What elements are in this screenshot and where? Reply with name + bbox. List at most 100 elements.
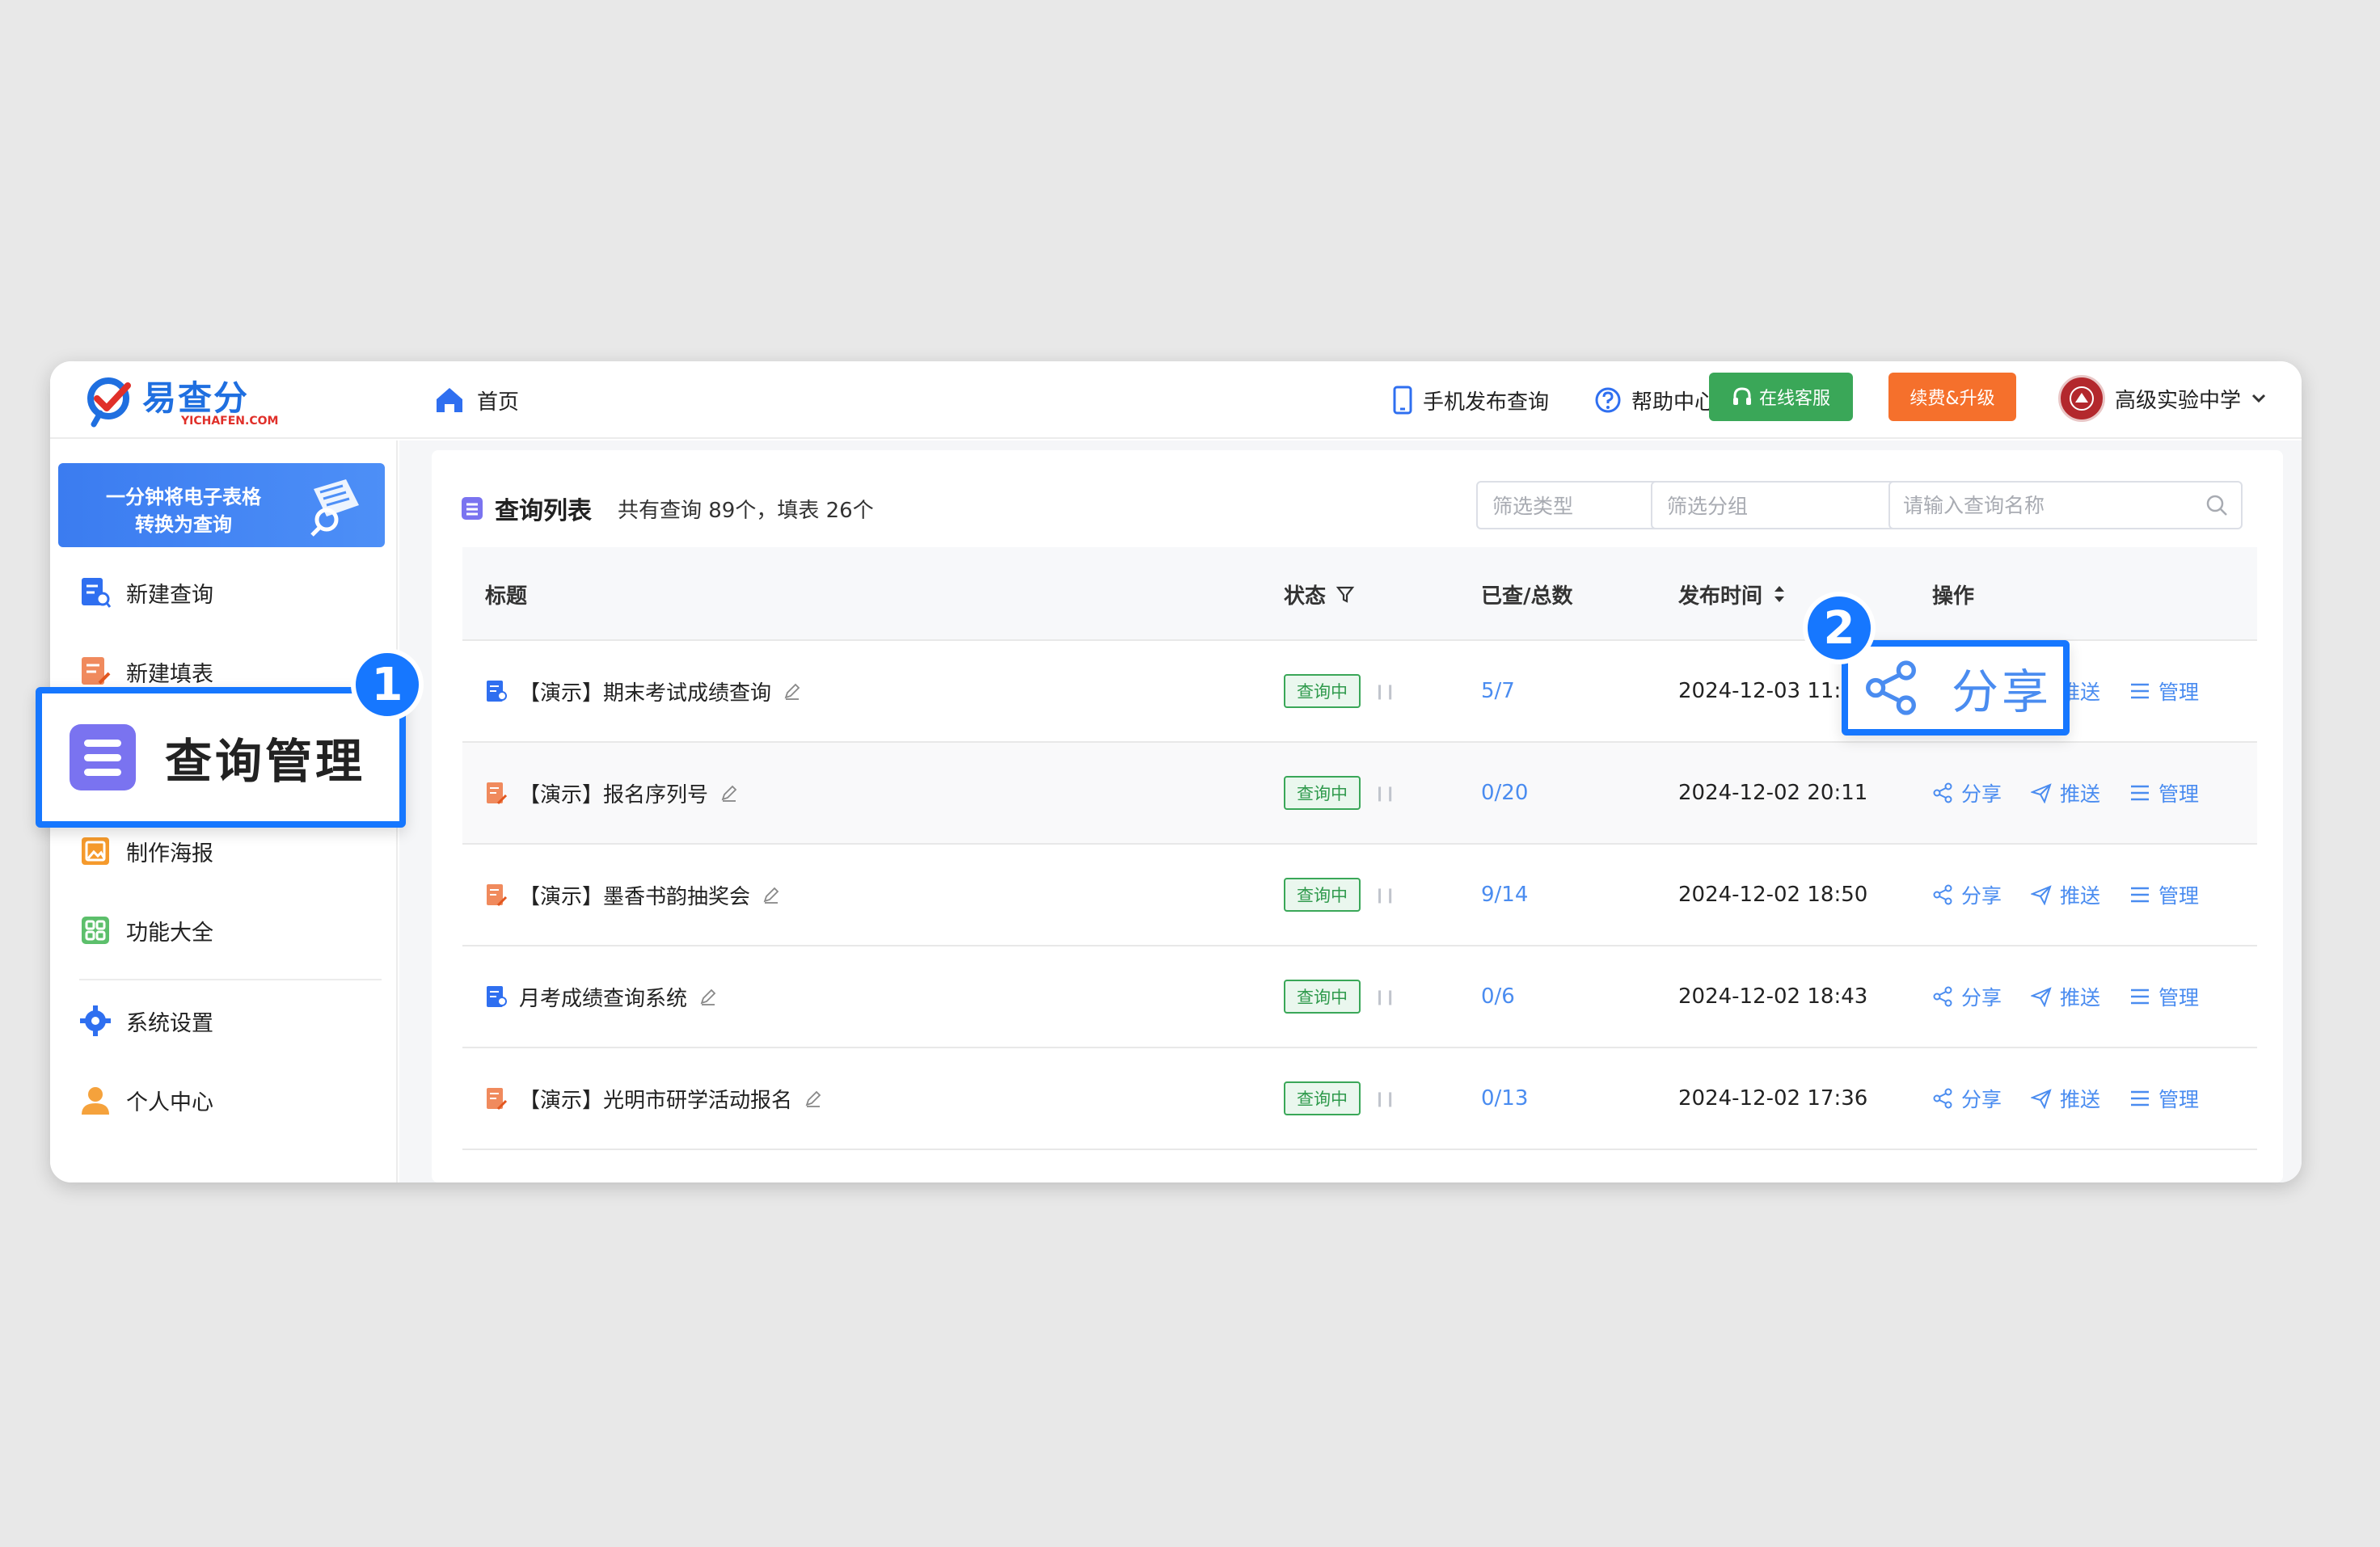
- row-title[interactable]: 【演示】光明市研学活动报名: [519, 1084, 792, 1114]
- school-name: 高级实验中学: [2115, 388, 2242, 413]
- pause-icon[interactable]: ❙❙: [1374, 683, 1396, 700]
- search-icon[interactable]: [2205, 494, 2228, 516]
- col-time[interactable]: 发布时间: [1678, 547, 1787, 641]
- callout-query-manage-label: 查询管理: [165, 734, 366, 789]
- sidebar-item-user-center[interactable]: 个人中心: [79, 1076, 213, 1124]
- share-icon: [1933, 782, 1952, 803]
- manage-label: 管理: [2158, 681, 2200, 704]
- pause-icon[interactable]: ❙❙: [1374, 988, 1396, 1005]
- step-badge-1: 1: [351, 648, 424, 721]
- push-button[interactable]: 推送: [2031, 778, 2100, 807]
- filter-group-placeholder: 筛选分组: [1667, 495, 1749, 518]
- status-badge: 查询中: [1284, 776, 1361, 810]
- row-count[interactable]: 9/14: [1481, 845, 1528, 945]
- share-icon: [1866, 660, 1916, 715]
- sidebar-item-poster[interactable]: 制作海报: [79, 827, 213, 875]
- sidebar-item-label: 新建查询: [126, 582, 213, 608]
- list-header: 查询列表 共有查询 89个，填表 26个: [461, 489, 874, 528]
- logo[interactable]: 易查分 YICHAFEN.COM: [86, 366, 278, 434]
- row-time: 2024-12-02 18:50: [1678, 883, 1868, 907]
- pause-icon[interactable]: ❙❙: [1374, 887, 1396, 904]
- search-box: [1888, 481, 2243, 529]
- row-count[interactable]: 0/6: [1481, 946, 1515, 1047]
- online-service-button[interactable]: 在线客服: [1709, 373, 1853, 421]
- edit-icon[interactable]: [783, 681, 802, 701]
- menu-icon: [2131, 1090, 2150, 1107]
- school-menu[interactable]: 高级实验中学: [2058, 374, 2267, 423]
- share-button[interactable]: 分享: [1932, 778, 2002, 807]
- share-button[interactable]: 分享: [1932, 982, 2002, 1011]
- col-title: 标题: [485, 584, 528, 609]
- sidebar-item-label: 制作海报: [126, 841, 213, 866]
- renew-upgrade-button[interactable]: 续费&升级: [1888, 373, 2016, 421]
- manage-label: 管理: [2158, 782, 2200, 806]
- sidebar-item-label: 个人中心: [126, 1090, 213, 1115]
- callout-query-manage[interactable]: 查询管理: [36, 687, 406, 828]
- home-icon: [437, 388, 462, 412]
- sidebar-item-features[interactable]: 功能大全: [79, 906, 213, 955]
- renew-upgrade-label: 续费&升级: [1909, 389, 1995, 409]
- share-button[interactable]: 分享: [1932, 1084, 2002, 1113]
- edit-icon[interactable]: [719, 783, 739, 803]
- list-stats: 共有查询 89个，填表 26个: [618, 498, 874, 523]
- share-icon: [1933, 884, 1952, 905]
- col-count: 已查/总数: [1481, 584, 1573, 609]
- manage-button[interactable]: 管理: [2129, 982, 2199, 1011]
- col-status[interactable]: 状态: [1284, 547, 1355, 641]
- manage-label: 管理: [2158, 986, 2200, 1010]
- sort-icon[interactable]: [1772, 584, 1787, 605]
- sidebar-item-settings[interactable]: 系统设置: [79, 997, 213, 1045]
- sidebar-divider: [79, 979, 382, 980]
- promo-banner[interactable]: 一分钟将电子表格 转换为查询: [58, 463, 385, 547]
- help-icon: [1595, 387, 1621, 413]
- push-button[interactable]: 推送: [2031, 1084, 2100, 1113]
- manage-button[interactable]: 管理: [2129, 1084, 2199, 1113]
- send-icon: [2031, 783, 2052, 803]
- callout-share[interactable]: 分享: [1842, 640, 2070, 736]
- edit-icon[interactable]: [762, 885, 781, 904]
- sidebar-item-new-query[interactable]: 新建查询: [79, 568, 213, 617]
- spreadsheet-search-icon: [310, 479, 359, 537]
- poster-icon: [82, 837, 109, 865]
- push-button[interactable]: 推送: [2031, 880, 2100, 909]
- pause-icon[interactable]: ❙❙: [1374, 1090, 1396, 1107]
- edit-icon[interactable]: [698, 987, 718, 1006]
- row-title[interactable]: 【演示】墨香书韵抽奖会: [519, 880, 750, 910]
- top-bar: 易查分 YICHAFEN.COM 首页 手机发布查询 帮助中心 在线客服 续费&…: [50, 361, 2302, 439]
- row-time: 2024-12-02 17:36: [1678, 1086, 1868, 1111]
- row-count[interactable]: 5/7: [1481, 641, 1515, 741]
- step-badge-2: 2: [1803, 592, 1876, 664]
- share-icon: [1933, 986, 1952, 1007]
- row-title[interactable]: 月考成绩查询系统: [519, 982, 687, 1012]
- row-title[interactable]: 【演示】报名序列号: [519, 778, 708, 808]
- row-count[interactable]: 0/20: [1481, 743, 1528, 843]
- query-list-panel: 查询列表 共有查询 89个，填表 26个 筛选类型 筛选分组 请输入查询名称 标…: [432, 450, 2283, 1182]
- manage-button[interactable]: 管理: [2129, 880, 2199, 909]
- help-center-link[interactable]: 帮助中心: [1594, 381, 1715, 419]
- row-title[interactable]: 【演示】期末考试成绩查询: [519, 677, 771, 706]
- sidebar-item-label: 系统设置: [126, 1010, 213, 1036]
- help-center-label: 帮助中心: [1631, 390, 1716, 415]
- pause-icon[interactable]: ❙❙: [1374, 785, 1396, 802]
- mobile-publish-link[interactable]: 手机发布查询: [1392, 381, 1549, 419]
- share-button[interactable]: 分享: [1932, 880, 2002, 909]
- school-avatar: [2058, 375, 2105, 422]
- push-button[interactable]: 推送: [2031, 982, 2100, 1011]
- home-link[interactable]: 首页: [433, 381, 519, 419]
- menu-icon: [2131, 785, 2150, 801]
- logo-sub: YICHAFEN.COM: [181, 415, 279, 428]
- settings-icon: [80, 1005, 111, 1036]
- logo-mark-icon: [87, 377, 131, 428]
- edit-icon[interactable]: [804, 1089, 823, 1108]
- share-label: 分享: [1961, 782, 2002, 806]
- filter-icon[interactable]: [1336, 584, 1355, 604]
- col-time-label: 发布时间: [1678, 584, 1763, 609]
- table-header: 标题 状态 已查/总数 发布时间 操作: [462, 547, 2257, 641]
- banner-line-2: 转换为查询: [135, 513, 232, 536]
- search-input[interactable]: [1903, 493, 2205, 517]
- share-icon: [1933, 1088, 1952, 1109]
- status-badge: 查询中: [1284, 980, 1361, 1014]
- manage-button[interactable]: 管理: [2129, 677, 2199, 706]
- row-count[interactable]: 0/13: [1481, 1048, 1528, 1149]
- manage-button[interactable]: 管理: [2129, 778, 2199, 807]
